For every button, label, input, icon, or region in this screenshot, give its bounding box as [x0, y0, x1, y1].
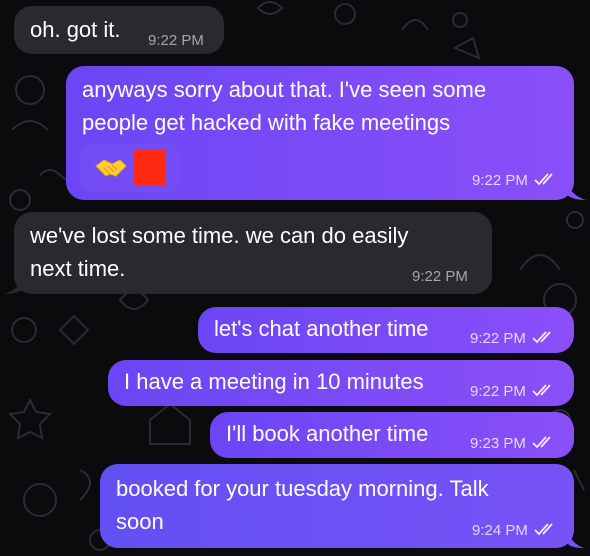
message-text-line: we've lost some time. we can do easily	[30, 223, 409, 248]
message-text: oh. got it.	[30, 17, 121, 42]
message-bubble-incoming[interactable]: we've lost some time. we can do easily n…	[14, 212, 492, 294]
message-bubble-outgoing[interactable]: anyways sorry about that. I've seen some…	[66, 66, 574, 200]
message-timestamp: 9:22 PM	[148, 32, 204, 49]
message-bubble-incoming[interactable]: oh. got it. 9:22 PM	[14, 6, 224, 54]
message-text-line: next time.	[30, 256, 126, 281]
timestamp-text: 9:23 PM	[470, 435, 526, 452]
message-timestamp: 9:22 PM	[470, 383, 558, 401]
timestamp-text: 9:22 PM	[470, 383, 526, 400]
read-double-check-icon	[532, 436, 551, 449]
message-bubble-outgoing[interactable]: I'll book another time 9:23 PM	[210, 412, 574, 458]
read-double-check-icon	[532, 331, 551, 344]
timestamp-text: 9:24 PM	[472, 522, 528, 539]
message-timestamp: 9:22 PM	[472, 172, 560, 190]
read-double-check-icon	[534, 173, 553, 186]
timestamp-text: 9:22 PM	[472, 172, 528, 189]
read-double-check-icon	[534, 523, 553, 536]
message-text-line: booked for your tuesday morning. Talk	[116, 476, 489, 501]
message-text: I'll book another time	[226, 421, 429, 446]
timestamp-text: 9:22 PM	[470, 330, 526, 347]
message-bubble-outgoing[interactable]: booked for your tuesday morning. Talk so…	[100, 464, 574, 548]
emoji-attachment	[80, 144, 180, 192]
read-double-check-icon	[532, 384, 551, 397]
bubble-tail-icon	[568, 532, 584, 548]
handshake-emoji-icon	[95, 159, 127, 177]
redacted-red-box-icon	[134, 150, 166, 186]
bubble-tail-icon	[566, 182, 586, 200]
message-text: let's chat another time	[214, 316, 429, 341]
bubble-tail-icon	[4, 276, 24, 294]
message-text-line: people get hacked with fake meetings	[82, 110, 451, 135]
message-bubble-outgoing[interactable]: I have a meeting in 10 minutes 9:22 PM	[108, 360, 574, 406]
message-timestamp: 9:23 PM	[470, 435, 558, 453]
message-bubble-outgoing[interactable]: let's chat another time 9:22 PM	[198, 307, 574, 353]
message-text-line: soon	[116, 509, 164, 534]
message-text-line: anyways sorry about that. I've seen some	[82, 77, 487, 102]
message-timestamp: 9:22 PM	[470, 330, 558, 348]
message-timestamp: 9:24 PM	[472, 522, 560, 540]
message-timestamp: 9:22 PM	[412, 268, 468, 285]
message-text: I have a meeting in 10 minutes	[124, 369, 424, 394]
